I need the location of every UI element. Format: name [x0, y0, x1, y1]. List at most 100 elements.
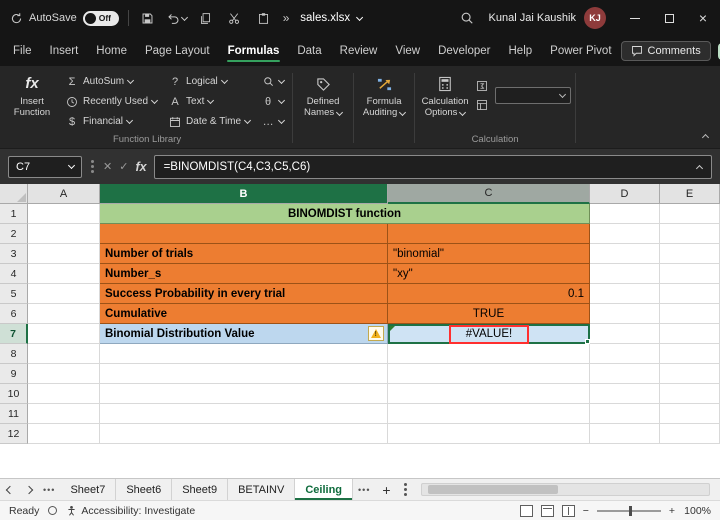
- cell[interactable]: [590, 384, 660, 404]
- comments-button[interactable]: Comments: [620, 41, 711, 61]
- record-macro-icon[interactable]: [48, 506, 58, 515]
- minimize-button[interactable]: [618, 0, 652, 36]
- collapse-ribbon-icon[interactable]: [701, 133, 710, 142]
- error-warning-button[interactable]: !: [368, 326, 384, 341]
- zoom-in-icon[interactable]: +: [669, 505, 675, 517]
- quick-access-overflow-icon[interactable]: »: [283, 11, 290, 25]
- cell[interactable]: [388, 384, 590, 404]
- lookup-reference-button[interactable]: [257, 72, 288, 91]
- row-header-3[interactable]: 3: [0, 244, 28, 264]
- calculate-sheet-button[interactable]: [474, 98, 490, 112]
- cell-e7[interactable]: [660, 324, 720, 344]
- cell-a4[interactable]: [28, 264, 100, 284]
- cell[interactable]: [28, 384, 100, 404]
- sheet-overflow-left[interactable]: •••: [38, 479, 60, 500]
- name-box[interactable]: C7: [8, 155, 82, 178]
- add-sheet-button[interactable]: +: [375, 479, 397, 500]
- cell[interactable]: [660, 384, 720, 404]
- cell-c3[interactable]: "binomial": [388, 244, 590, 264]
- cell-b2[interactable]: [100, 224, 388, 244]
- cell-e3[interactable]: [660, 244, 720, 264]
- ribbon-tab-page-layout[interactable]: Page Layout: [136, 39, 219, 66]
- column-header-e[interactable]: E: [660, 184, 720, 204]
- autosave-switch[interactable]: Off: [82, 10, 119, 26]
- recently-used-button[interactable]: Recently Used: [61, 92, 161, 111]
- cell-a7[interactable]: [28, 324, 100, 344]
- cell-c2[interactable]: [388, 224, 590, 244]
- sheet-tab-sheet7[interactable]: Sheet7: [60, 479, 117, 500]
- calculate-now-button[interactable]: [474, 79, 490, 93]
- format-painter-icon[interactable]: [254, 7, 274, 29]
- row-header-10[interactable]: 10: [0, 384, 28, 404]
- row-header-4[interactable]: 4: [0, 264, 28, 284]
- sheet-nav-right-icon[interactable]: [19, 479, 38, 500]
- ribbon-tab-help[interactable]: Help: [500, 39, 542, 66]
- zoom-slider[interactable]: [596, 505, 661, 516]
- cell[interactable]: [388, 344, 590, 364]
- cell[interactable]: [100, 384, 388, 404]
- cell[interactable]: [28, 364, 100, 384]
- row-header-2[interactable]: 2: [0, 224, 28, 244]
- ribbon-tab-view[interactable]: View: [386, 39, 429, 66]
- cell[interactable]: [100, 424, 388, 444]
- cut-icon[interactable]: [225, 7, 245, 29]
- row-header-7[interactable]: 7: [0, 324, 28, 344]
- column-header-d[interactable]: D: [590, 184, 660, 204]
- cell-d2[interactable]: [590, 224, 660, 244]
- zoom-slider-thumb[interactable]: [628, 505, 632, 516]
- text-button[interactable]: A Text: [164, 92, 254, 111]
- insert-function-icon[interactable]: fx: [135, 160, 146, 174]
- financial-button[interactable]: $ Financial: [61, 112, 161, 131]
- cell-d7[interactable]: [590, 324, 660, 344]
- sheet-tab-sheet6[interactable]: Sheet6: [116, 479, 173, 500]
- zoom-level[interactable]: 100%: [683, 505, 711, 517]
- row-header-12[interactable]: 12: [0, 424, 28, 444]
- cell-b6[interactable]: Cumulative: [100, 304, 388, 324]
- ribbon-tab-power-pivot[interactable]: Power Pivot: [541, 39, 620, 66]
- column-header-a[interactable]: A: [28, 184, 100, 204]
- calculation-options-button[interactable]: Calculation Options: [419, 69, 471, 119]
- save-icon[interactable]: [138, 7, 158, 29]
- fill-handle[interactable]: [585, 339, 590, 344]
- cell-b1-c1-merged[interactable]: BINOMDIST function: [100, 204, 590, 224]
- accessibility-status[interactable]: Accessibility: Investigate: [66, 505, 195, 517]
- cell[interactable]: [28, 344, 100, 364]
- row-header-9[interactable]: 9: [0, 364, 28, 384]
- sheet-nav-left-icon[interactable]: [0, 479, 19, 500]
- cell-c5[interactable]: 0.1: [388, 284, 590, 304]
- cell-a5[interactable]: [28, 284, 100, 304]
- zoom-out-icon[interactable]: −: [583, 505, 589, 517]
- cell-e2[interactable]: [660, 224, 720, 244]
- row-header-1[interactable]: 1: [0, 204, 28, 224]
- date-time-button[interactable]: Date & Time: [164, 112, 254, 131]
- cell-c7-selected[interactable]: #VALUE!: [388, 324, 590, 344]
- sheet-tab-betainv[interactable]: BETAINV: [228, 479, 296, 500]
- ribbon-tab-home[interactable]: Home: [87, 39, 136, 66]
- cell-d6[interactable]: [590, 304, 660, 324]
- autosum-button[interactable]: Σ AutoSum: [61, 72, 161, 91]
- cell[interactable]: [590, 404, 660, 424]
- row-header-8[interactable]: 8: [0, 344, 28, 364]
- cell-d3[interactable]: [590, 244, 660, 264]
- cell[interactable]: [28, 424, 100, 444]
- ribbon-tab-data[interactable]: Data: [288, 39, 330, 66]
- sheet-options-icon[interactable]: [397, 479, 413, 500]
- cell-c4[interactable]: "xy": [388, 264, 590, 284]
- scrollbar-thumb[interactable]: [428, 485, 559, 494]
- cell-e4[interactable]: [660, 264, 720, 284]
- cell-b4[interactable]: Number_s: [100, 264, 388, 284]
- cell-b7[interactable]: Binomial Distribution Value !: [100, 324, 388, 344]
- cell-b3[interactable]: Number of trials: [100, 244, 388, 264]
- cell-a1[interactable]: [28, 204, 100, 224]
- cell-e5[interactable]: [660, 284, 720, 304]
- cell[interactable]: [590, 364, 660, 384]
- cell[interactable]: [388, 364, 590, 384]
- search-icon[interactable]: [457, 7, 477, 29]
- cell-d4[interactable]: [590, 264, 660, 284]
- cell[interactable]: [660, 424, 720, 444]
- more-functions-button[interactable]: …: [257, 112, 288, 131]
- cell-a3[interactable]: [28, 244, 100, 264]
- autosave-control[interactable]: AutoSave Off: [10, 10, 119, 26]
- cell[interactable]: [660, 364, 720, 384]
- cell-d5[interactable]: [590, 284, 660, 304]
